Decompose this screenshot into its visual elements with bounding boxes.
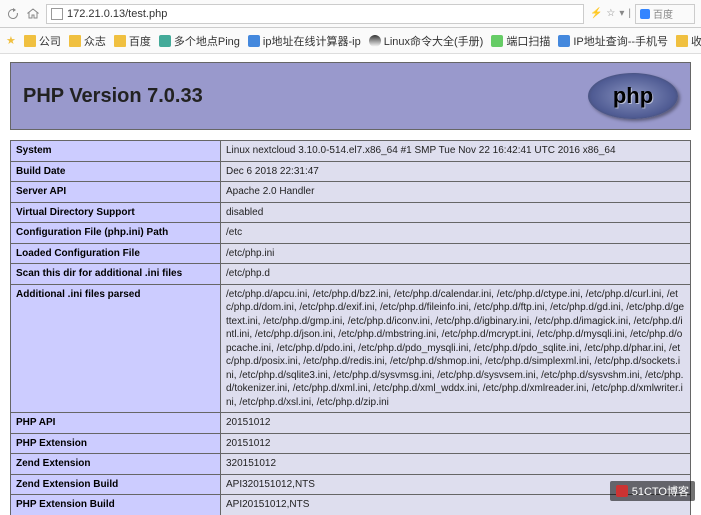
folder-icon: [114, 35, 126, 47]
dropdown-icon[interactable]: ▾: [619, 8, 624, 19]
bookmark-label: 端口扫描: [506, 33, 550, 49]
port-icon: [491, 35, 503, 47]
info-key: PHP API: [11, 413, 221, 434]
search-engine-icon: [640, 9, 650, 19]
lightning-icon[interactable]: ⚡: [590, 8, 602, 19]
bookmark-label: 众志: [84, 33, 106, 49]
info-key: Build Date: [11, 161, 221, 182]
table-row: Zend Extension320151012: [11, 454, 691, 475]
ip-icon: [248, 35, 260, 47]
info-value: 20151012: [221, 413, 691, 434]
bookmark-label: 公司: [39, 33, 61, 49]
info-key: Configuration File (php.ini) Path: [11, 223, 221, 244]
table-row: Virtual Directory Supportdisabled: [11, 202, 691, 223]
info-value: Dec 6 2018 22:31:47: [221, 161, 691, 182]
info-key: Additional .ini files parsed: [11, 284, 221, 413]
bookmark-item[interactable]: 百度: [110, 31, 155, 51]
phone-icon: [558, 35, 570, 47]
star-icon[interactable]: ☆: [606, 8, 615, 19]
page-content[interactable]: PHP Version 7.0.33 php SystemLinux nextc…: [0, 54, 701, 515]
info-key: Scan this dir for additional .ini files: [11, 264, 221, 285]
folder-icon: [24, 35, 36, 47]
info-value: Linux nextcloud 3.10.0-514.el7.x86_64 #1…: [221, 141, 691, 162]
home-icon[interactable]: [26, 7, 40, 21]
php-version-header: PHP Version 7.0.33 php: [10, 62, 691, 130]
bookmark-label: ip地址在线计算器-ip: [263, 33, 361, 49]
page-title: PHP Version 7.0.33: [23, 85, 203, 108]
bookmark-label: 多个地点Ping: [174, 33, 240, 49]
bookmark-item[interactable]: 众志: [65, 31, 110, 51]
table-row: Scan this dir for additional .ini files/…: [11, 264, 691, 285]
search-placeholder: 百度: [653, 6, 673, 21]
bookmark-item[interactable]: 公司: [20, 31, 65, 51]
info-value: Apache 2.0 Handler: [221, 182, 691, 203]
page-icon: [51, 8, 63, 20]
watermark-icon: [616, 485, 628, 497]
info-value: /etc/php.d: [221, 264, 691, 285]
folder-icon: [676, 35, 688, 47]
php-info-table: SystemLinux nextcloud 3.10.0-514.el7.x86…: [10, 140, 691, 515]
info-key: Server API: [11, 182, 221, 203]
bookmarks-bar: ★ 公司 众志 百度 多个地点Ping ip地址在线计算器-ip Linux命令大全(手册…: [0, 28, 701, 54]
bookmark-label: IP地址查询--手机号: [573, 33, 668, 49]
info-key: Zend Extension Build: [11, 474, 221, 495]
info-key: PHP Extension: [11, 433, 221, 454]
watermark: 51CTO博客: [610, 481, 695, 501]
table-row: PHP API20151012: [11, 413, 691, 434]
info-key: PHP Extension Build: [11, 495, 221, 515]
refresh-icon[interactable]: [6, 7, 20, 21]
info-value: /etc: [221, 223, 691, 244]
table-row: Zend Extension BuildAPI320151012,NTS: [11, 474, 691, 495]
bookmark-label: Linux命令大全(手册): [384, 33, 484, 49]
table-row: Server APIApache 2.0 Handler: [11, 182, 691, 203]
browser-address-bar: 172.21.0.13/test.php ⚡ ☆ ▾ | 百度: [0, 0, 701, 28]
info-value: disabled: [221, 202, 691, 223]
favorites-star-icon[interactable]: ★: [6, 34, 16, 48]
info-value: 20151012: [221, 433, 691, 454]
address-input-wrapper[interactable]: 172.21.0.13/test.php: [46, 4, 584, 24]
bookmark-label: 百度: [129, 33, 151, 49]
bookmark-item[interactable]: IP地址查询--手机号: [554, 31, 672, 51]
info-key: Zend Extension: [11, 454, 221, 475]
divider: |: [628, 8, 631, 19]
info-key: Loaded Configuration File: [11, 243, 221, 264]
bookmark-item[interactable]: ip地址在线计算器-ip: [244, 31, 365, 51]
table-row: SystemLinux nextcloud 3.10.0-514.el7.x86…: [11, 141, 691, 162]
bookmark-item[interactable]: Linux命令大全(手册): [365, 31, 488, 51]
bookmark-label: 收藏到有道云笔: [691, 33, 701, 49]
info-value: /etc/php.d/apcu.ini, /etc/php.d/bz2.ini,…: [221, 284, 691, 413]
watermark-text: 51CTO博客: [632, 483, 689, 499]
php-logo: php: [588, 73, 678, 119]
bookmark-item[interactable]: 端口扫描: [487, 31, 554, 51]
table-row: PHP Extension20151012: [11, 433, 691, 454]
info-value: /etc/php.ini: [221, 243, 691, 264]
php-logo-text: php: [613, 83, 653, 109]
table-row: Configuration File (php.ini) Path/etc: [11, 223, 691, 244]
info-value: 320151012: [221, 454, 691, 475]
search-input[interactable]: 百度: [635, 4, 695, 24]
info-key: Virtual Directory Support: [11, 202, 221, 223]
bookmark-item[interactable]: 收藏到有道云笔: [672, 31, 701, 51]
info-key: System: [11, 141, 221, 162]
addr-right-controls: ⚡ ☆ ▾ | 百度: [590, 4, 695, 24]
bookmark-item[interactable]: 多个地点Ping: [155, 31, 244, 51]
folder-icon: [69, 35, 81, 47]
green-icon: [159, 35, 171, 47]
table-row: Build DateDec 6 2018 22:31:47: [11, 161, 691, 182]
table-row: Loaded Configuration File/etc/php.ini: [11, 243, 691, 264]
url-text: 172.21.0.13/test.php: [67, 8, 579, 20]
table-row: PHP Extension BuildAPI20151012,NTS: [11, 495, 691, 515]
table-row: Additional .ini files parsed/etc/php.d/a…: [11, 284, 691, 413]
penguin-icon: [369, 35, 381, 47]
